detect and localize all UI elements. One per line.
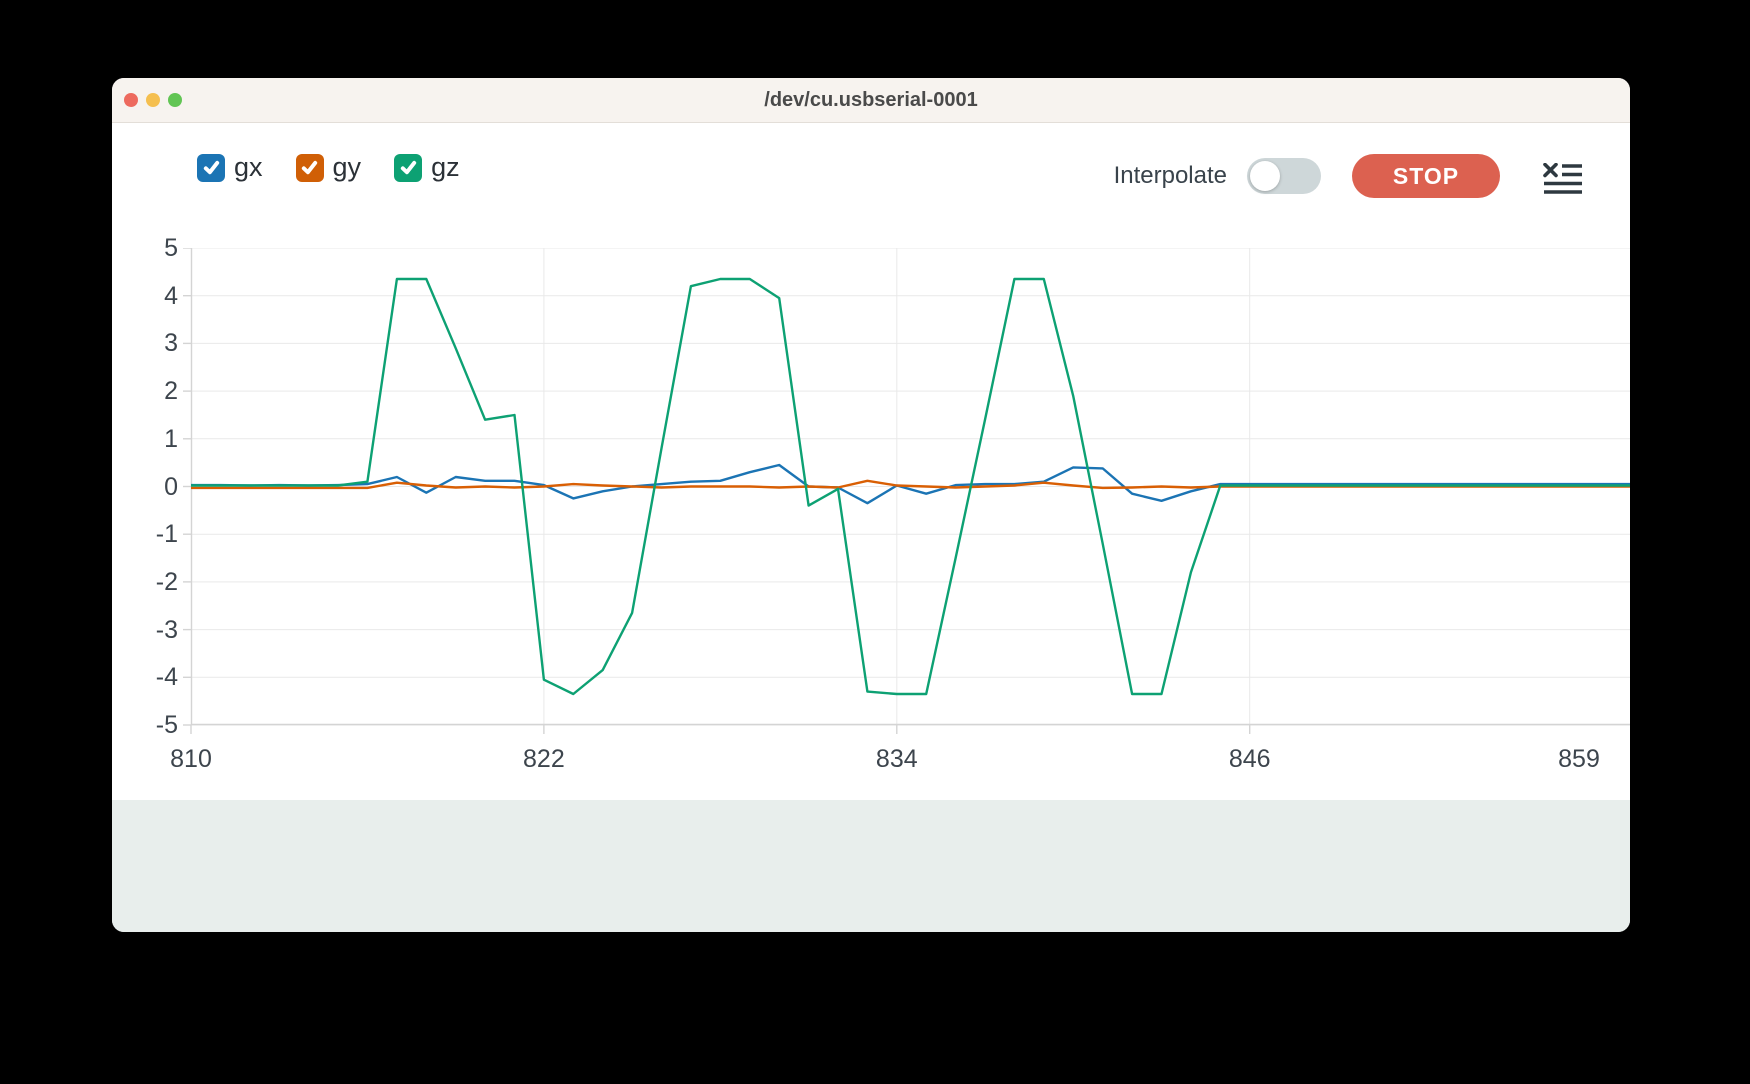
- interpolate-label: Interpolate: [1114, 162, 1227, 190]
- chart-canvas: [181, 248, 1630, 735]
- stop-button[interactable]: STOP: [1352, 154, 1500, 198]
- clear-log-icon: [1543, 163, 1583, 196]
- y-tick-label: 3: [122, 328, 178, 358]
- y-tick-label: 4: [122, 281, 178, 311]
- checkbox-gx[interactable]: [197, 154, 225, 182]
- y-tick-label: 1: [122, 424, 178, 454]
- series-legend: gx gy gz: [197, 152, 460, 183]
- x-tick-label: 822: [523, 744, 565, 774]
- app-window: /dev/cu.usbserial-0001 gx gy gz Interpolat…: [112, 78, 1630, 932]
- legend-item-gy: gy: [296, 152, 362, 183]
- toggle-knob: [1250, 161, 1280, 191]
- checkbox-gz[interactable]: [394, 154, 422, 182]
- x-tick-label: 846: [1229, 744, 1271, 774]
- titlebar: /dev/cu.usbserial-0001: [112, 78, 1630, 123]
- x-tick-label: 859: [1558, 744, 1600, 774]
- y-tick-label: -4: [122, 662, 178, 692]
- checkmark-icon: [202, 158, 221, 177]
- clear-log-button[interactable]: [1543, 163, 1583, 196]
- checkbox-gy[interactable]: [296, 154, 324, 182]
- checkmark-icon: [399, 158, 418, 177]
- x-tick-label: 810: [170, 744, 212, 774]
- interpolate-toggle[interactable]: [1247, 158, 1321, 194]
- x-tick-label: 834: [876, 744, 918, 774]
- legend-item-gx: gx: [197, 152, 263, 183]
- y-tick-label: -3: [122, 615, 178, 645]
- y-tick-label: 5: [122, 233, 178, 263]
- y-tick-label: -1: [122, 519, 178, 549]
- legend-item-gz: gz: [394, 152, 460, 183]
- window-title: /dev/cu.usbserial-0001: [112, 78, 1630, 123]
- y-tick-label: 2: [122, 376, 178, 406]
- legend-label-gx: gx: [234, 152, 263, 183]
- y-tick-label: -2: [122, 567, 178, 597]
- y-tick-label: 0: [122, 472, 178, 502]
- legend-label-gz: gz: [431, 152, 460, 183]
- bottom-bar: SEND New Line 115200 baud: [112, 800, 1630, 932]
- legend-label-gy: gy: [333, 152, 362, 183]
- checkmark-icon: [300, 158, 319, 177]
- y-tick-label: -5: [122, 710, 178, 740]
